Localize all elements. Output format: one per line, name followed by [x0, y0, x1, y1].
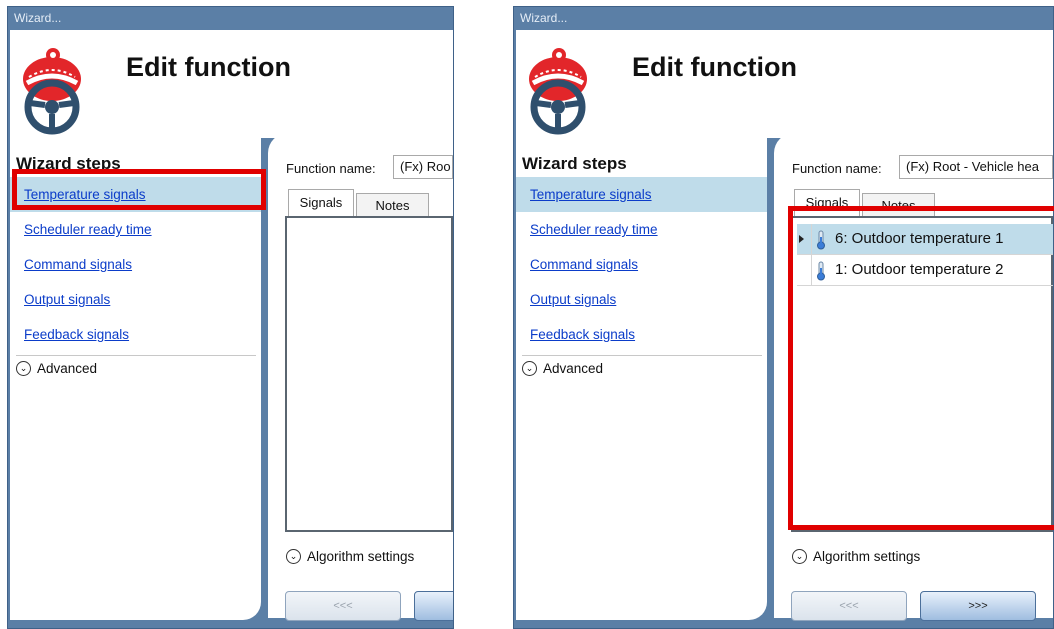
row-pointer-icon: [799, 235, 804, 243]
divider: [522, 355, 762, 356]
chevron-down-icon: ⌄: [792, 549, 807, 564]
wizard-window-right: Wizard... Edit function Wizard steps Tem…: [513, 6, 1054, 629]
list-item[interactable]: 6: Outdoor temperature 1: [797, 224, 1053, 255]
window-title: Wizard...: [14, 11, 62, 25]
content-panel: Function name: (Fx) Root - Vehicle hea S…: [774, 133, 1053, 621]
row-header: [797, 224, 812, 254]
algorithm-settings-expander[interactable]: ⌄ Algorithm settings: [286, 549, 414, 564]
step-feedback-signals[interactable]: Feedback signals: [516, 317, 767, 352]
step-command-signals[interactable]: Command signals: [516, 247, 767, 282]
step-feedback-signals[interactable]: Feedback signals: [10, 317, 261, 352]
step-scheduler-ready-time[interactable]: Scheduler ready time: [10, 212, 261, 247]
page-title: Edit function: [632, 52, 797, 82]
tab-signals[interactable]: Signals: [288, 189, 354, 217]
steering-wheel-logo-icon: [529, 48, 587, 135]
wizard-steps-panel: Wizard steps Temperature signals Schedul…: [10, 138, 261, 620]
step-temperature-signals[interactable]: Temperature signals: [516, 177, 767, 212]
signals-list[interactable]: [285, 216, 453, 532]
function-name-label: Function name:: [286, 161, 376, 176]
header-bar: Edit function: [10, 30, 453, 138]
step-scheduler-ready-time[interactable]: Scheduler ready time: [516, 212, 767, 247]
algorithm-settings-label: Algorithm settings: [307, 549, 415, 564]
advanced-expander[interactable]: ⌄ Advanced: [16, 361, 97, 376]
divider: [16, 355, 256, 356]
row-header: [797, 255, 812, 285]
chevron-down-icon: ⌄: [522, 361, 537, 376]
header-bar: Edit function: [516, 30, 1053, 138]
window-title: Wizard...: [520, 11, 568, 25]
next-button[interactable]: >>>: [920, 591, 1036, 621]
thermometer-icon: [817, 230, 825, 250]
signal-label: 6: Outdoor temperature 1: [835, 230, 1004, 247]
step-output-signals[interactable]: Output signals: [10, 282, 261, 317]
wizard-window-left: Wizard... Edit function Wizard steps Tem…: [7, 6, 454, 629]
previous-button[interactable]: <<<: [791, 591, 907, 621]
function-name-input[interactable]: (Fx) Roo: [393, 155, 453, 179]
page-title: Edit function: [126, 52, 291, 82]
function-name-label: Function name:: [792, 161, 882, 176]
thermometer-icon: [817, 261, 825, 281]
chevron-down-icon: ⌄: [16, 361, 31, 376]
function-name-input[interactable]: (Fx) Root - Vehicle hea: [899, 155, 1053, 179]
signal-label: 1: Outdoor temperature 2: [835, 261, 1004, 278]
wizard-steps-title: Wizard steps: [522, 154, 627, 173]
step-command-signals[interactable]: Command signals: [10, 247, 261, 282]
step-temperature-signals[interactable]: Temperature signals: [10, 177, 261, 212]
next-button[interactable]: [414, 591, 453, 621]
list-item[interactable]: 1: Outdoor temperature 2: [797, 255, 1053, 286]
step-output-signals[interactable]: Output signals: [516, 282, 767, 317]
algorithm-settings-expander[interactable]: ⌄ Algorithm settings: [792, 549, 920, 564]
content-panel: Function name: (Fx) Roo Signals Notes ⌄ …: [268, 133, 453, 621]
algorithm-settings-label: Algorithm settings: [813, 549, 921, 564]
steering-wheel-logo-icon: [23, 48, 81, 135]
previous-button[interactable]: <<<: [285, 591, 401, 621]
signals-list[interactable]: 6: Outdoor temperature 1 1: Outdoor temp…: [791, 216, 1053, 532]
wizard-steps-panel: Wizard steps Temperature signals Schedul…: [516, 138, 767, 620]
wizard-steps-title: Wizard steps: [16, 154, 121, 173]
advanced-expander[interactable]: ⌄ Advanced: [522, 361, 603, 376]
tab-signals[interactable]: Signals: [794, 189, 860, 217]
chevron-down-icon: ⌄: [286, 549, 301, 564]
advanced-label: Advanced: [543, 361, 604, 376]
advanced-label: Advanced: [37, 361, 98, 376]
